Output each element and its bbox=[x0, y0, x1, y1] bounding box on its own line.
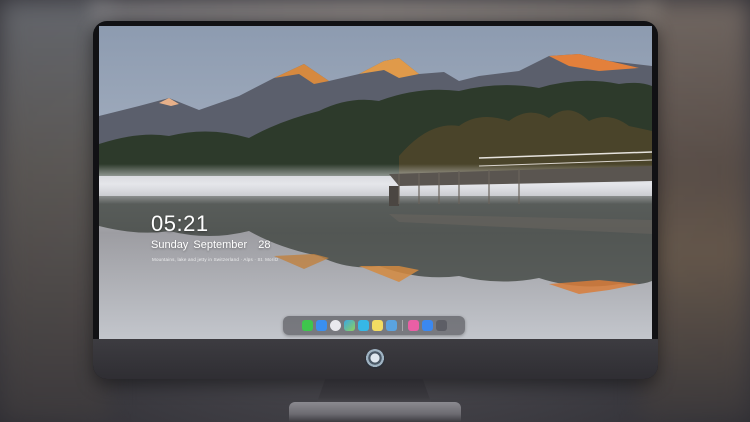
safari-icon[interactable] bbox=[329, 320, 341, 331]
lock-screen-clock: 05:21 bbox=[151, 211, 209, 236]
wallpaper-landscape bbox=[99, 26, 652, 339]
app-store-icon[interactable] bbox=[421, 320, 433, 331]
messages-icon[interactable] bbox=[301, 320, 313, 331]
wallpaper-caption: Mountains, lake and jetty in Switzerland… bbox=[152, 257, 279, 262]
notes-icon[interactable] bbox=[371, 320, 383, 331]
system-icon[interactable] bbox=[435, 320, 447, 331]
brand-logo-icon bbox=[365, 349, 385, 369]
music-icon[interactable] bbox=[407, 320, 419, 331]
finder-icon[interactable] bbox=[315, 320, 327, 331]
monitor-base bbox=[289, 402, 461, 422]
lock-screen-wallpaper bbox=[99, 26, 652, 339]
preview-icon[interactable] bbox=[385, 320, 397, 331]
dock bbox=[283, 316, 465, 335]
lock-screen-date: Sunday September 28 bbox=[151, 239, 271, 251]
clapper-icon[interactable] bbox=[357, 320, 369, 331]
dock-separator bbox=[401, 320, 403, 331]
date-month: September bbox=[193, 239, 248, 251]
photos-icon[interactable] bbox=[343, 320, 355, 331]
date-weekday: Sunday bbox=[151, 239, 189, 251]
date-day: 28 bbox=[258, 239, 271, 251]
